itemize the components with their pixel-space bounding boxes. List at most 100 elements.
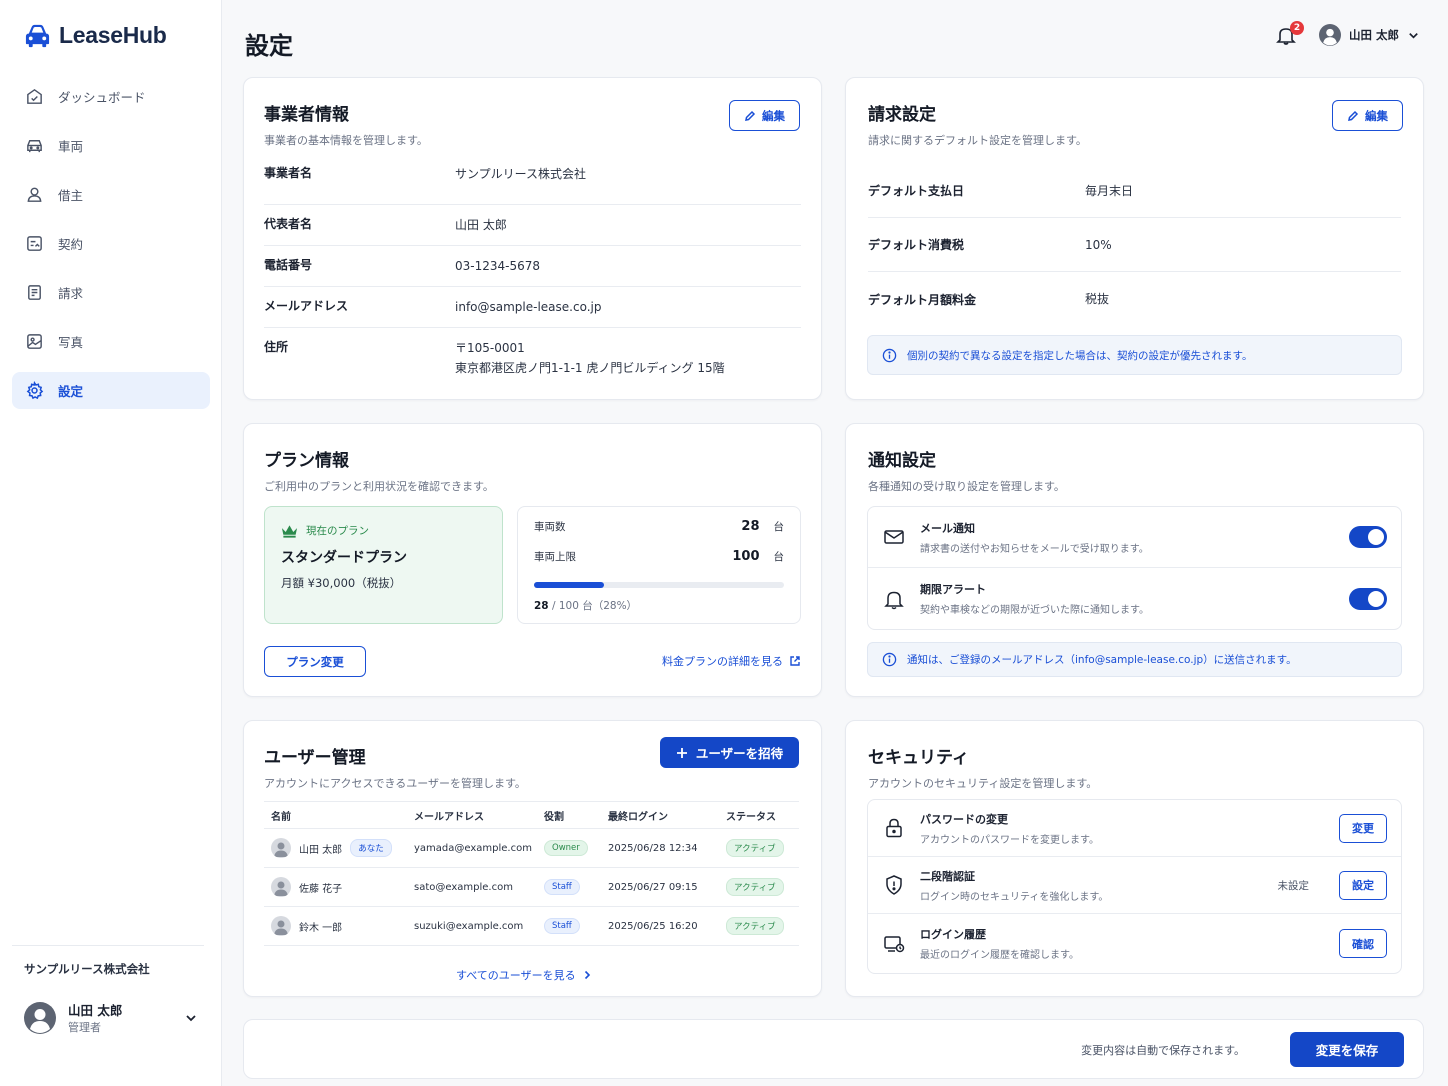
edit-label: 編集 [1365, 108, 1388, 123]
header-user-menu[interactable]: 山田 太郎 [1318, 24, 1420, 46]
kv-value: サンプルリース株式会社 [455, 167, 587, 181]
plan-details-link[interactable]: 料金プランの詳細を見る [662, 653, 801, 669]
table-row[interactable]: 山田 太郎 あなた yamada@example.com Owner 2025/… [264, 829, 799, 868]
card-title: 通知設定 [868, 451, 936, 471]
card-subtitle: 事業者の基本情報を管理します。 [264, 134, 428, 147]
kv-key: デフォルト消費税 [868, 238, 965, 252]
sidebar-user-menu[interactable]: 山田 太郎 管理者 [24, 1002, 198, 1035]
business-info-card: 事業者情報 事業者の基本情報を管理します。 編集 事業者名 サンプルリース株式会… [243, 77, 822, 400]
security-title: パスワードの変更 [920, 812, 1008, 826]
sidebar-item-label: 車両 [58, 139, 84, 154]
vehicle-limit-row: 車両上限 100 台 [534, 549, 784, 564]
avatar-icon [1318, 24, 1341, 46]
security-desc: ログイン時のセキュリティを強化します。 [920, 891, 1109, 903]
car-logo-icon [25, 24, 50, 48]
bell-icon [884, 591, 904, 609]
sidebar-item-label: ダッシュボード [58, 90, 146, 105]
security-title: ログイン履歴 [920, 928, 986, 941]
column-header: メールアドレス [414, 811, 484, 823]
usage-progress-fill [534, 582, 604, 588]
button-label: ユーザーを招待 [695, 746, 784, 761]
usage-count: 28 [534, 600, 549, 612]
sidebar-item-label: 契約 [58, 237, 84, 252]
billing-settings-card: 請求設定 請求に関するデフォルト設定を管理します。 編集 デフォルト支払日 毎月… [845, 77, 1424, 400]
sidebar-item-contracts[interactable]: 契約 [12, 225, 210, 262]
usage-text: 28 / 100 台（28%） [534, 598, 637, 613]
save-bar: 変更内容は自動で保存されます。 変更を保存 [243, 1019, 1424, 1079]
kv-key: メールアドレス [264, 299, 349, 313]
info-text: 個別の契約で異なる設定を指定した場合は、契約の設定が優先されます。 [907, 349, 1253, 362]
avatar [271, 877, 291, 897]
view-login-history-button[interactable]: 確認 [1339, 929, 1387, 958]
table-row[interactable]: 佐藤 花子 sato@example.com Staff 2025/06/27 … [264, 868, 799, 907]
security-item-2fa: 二段階認証 ログイン時のセキュリティを強化します。 未設定 設定 [868, 857, 1401, 914]
column-header: 名前 [271, 811, 291, 823]
avatar [271, 838, 291, 858]
edit-business-button[interactable]: 編集 [729, 100, 800, 131]
column-header: 最終ログイン [608, 811, 668, 823]
sidebar-item-dashboard[interactable]: ダッシュボード [12, 78, 210, 115]
kv-row: 住所 〒105-0001 東京都港区虎ノ門1-1-1 虎ノ門ビルディング 15階 [264, 328, 801, 378]
sidebar-company-name: サンプルリース株式会社 [12, 945, 204, 977]
deadline-alert-toggle[interactable] [1349, 587, 1387, 610]
kv-value: info@sample-lease.co.jp [455, 300, 602, 314]
stat-label: 車両上限 [534, 551, 576, 563]
column-header: 役割 [544, 811, 564, 823]
sidebar-item-vehicles[interactable]: 車両 [12, 127, 210, 164]
info-icon [882, 348, 897, 362]
sidebar-user-role: 管理者 [68, 1020, 101, 1034]
kv-row: デフォルト月額料金 税抜 [868, 272, 1401, 326]
chevron-down-icon [186, 1015, 196, 1022]
sidebar-user-name: 山田 太郎 [68, 1003, 123, 1018]
autosave-note: 変更内容は自動で保存されます。 [1081, 1044, 1245, 1057]
last-login: 2025/06/25 16:20 [608, 920, 698, 932]
notification-item-deadline: 期限アラート 契約や車検などの期限が近づいた際に通知します。 [868, 568, 1401, 629]
current-plan-box: 現在のプラン スタンダードプラン 月額 ¥30,000（税抜） [264, 506, 503, 624]
kv-value: 税抜 [1085, 292, 1110, 306]
view-all-users-link[interactable]: すべてのユーザーを見る [456, 967, 592, 983]
invoice-icon [28, 285, 41, 300]
sidebar-item-settings[interactable]: 設定 [12, 372, 210, 409]
sidebar-item-invoices[interactable]: 請求 [12, 274, 210, 311]
email-notification-toggle[interactable] [1349, 526, 1387, 548]
security-item-password: パスワードの変更 アカウントのパスワードを変更します。 変更 [868, 800, 1401, 857]
card-title: ユーザー管理 [264, 748, 366, 768]
notification-list: メール通知 請求書の送付やお知らせをメールで受け取ります。 期限アラート 契約や… [867, 506, 1402, 630]
save-changes-button[interactable]: 変更を保存 [1290, 1032, 1404, 1067]
kv-key: デフォルト支払日 [868, 184, 965, 198]
sidebar-item-label: 設定 [58, 384, 84, 399]
topbar: 2 山田 太郎 [1275, 21, 1420, 46]
card-subtitle: 請求に関するデフォルト設定を管理します。 [868, 134, 1087, 147]
change-password-button[interactable]: 変更 [1339, 813, 1387, 843]
user-management-card: ユーザー管理 アカウントにアクセスできるユーザーを管理します。 ユーザーを招待 … [243, 720, 822, 997]
billing-info-note: 個別の契約で異なる設定を指定した場合は、契約の設定が優先されます。 [867, 335, 1402, 375]
car-icon [27, 140, 42, 153]
app-logo[interactable]: LeaseHub [24, 22, 167, 49]
business-info-list: 事業者名 サンプルリース株式会社 代表者名 山田 太郎 電話番号 03-1234… [264, 164, 801, 378]
kv-key: 事業者名 [264, 166, 313, 180]
kv-value: 〒105-0001 [455, 341, 525, 355]
card-subtitle: アカウントにアクセスできるユーザーを管理します。 [264, 777, 526, 790]
role-badge: Staff [544, 879, 580, 895]
setup-2fa-button[interactable]: 設定 [1339, 870, 1387, 900]
kv-row: デフォルト消費税 10% [868, 218, 1401, 272]
kv-row: 電話番号 03-1234-5678 [264, 246, 801, 287]
table-row[interactable]: 鈴木 一郎 suzuki@example.com Staff 2025/06/2… [264, 907, 799, 946]
security-desc: アカウントのパスワードを変更します。 [920, 834, 1099, 846]
column-header: ステータス [726, 811, 776, 823]
last-login: 2025/06/28 12:34 [608, 842, 698, 854]
sidebar-item-label: 請求 [58, 286, 84, 301]
edit-billing-button[interactable]: 編集 [1332, 100, 1403, 131]
invite-user-button[interactable]: ユーザーを招待 [660, 737, 799, 768]
sidebar-item-borrowers[interactable]: 借主 [12, 176, 210, 213]
sidebar-item-label: 借主 [58, 188, 84, 203]
kv-value: 03-1234-5678 [455, 259, 541, 273]
app-name: LeaseHub [59, 22, 167, 48]
kv-key: 代表者名 [264, 217, 313, 231]
notification-settings-card: 通知設定 各種通知の受け取り設定を管理します。 メール通知 請求書の送付やお知ら… [845, 423, 1424, 697]
sidebar-item-photos[interactable]: 写真 [12, 323, 210, 360]
notifications-button[interactable]: 2 [1275, 21, 1304, 46]
chevron-right-icon [584, 970, 590, 980]
change-plan-button[interactable]: プラン変更 [264, 646, 366, 677]
chevron-down-icon [1409, 32, 1418, 39]
